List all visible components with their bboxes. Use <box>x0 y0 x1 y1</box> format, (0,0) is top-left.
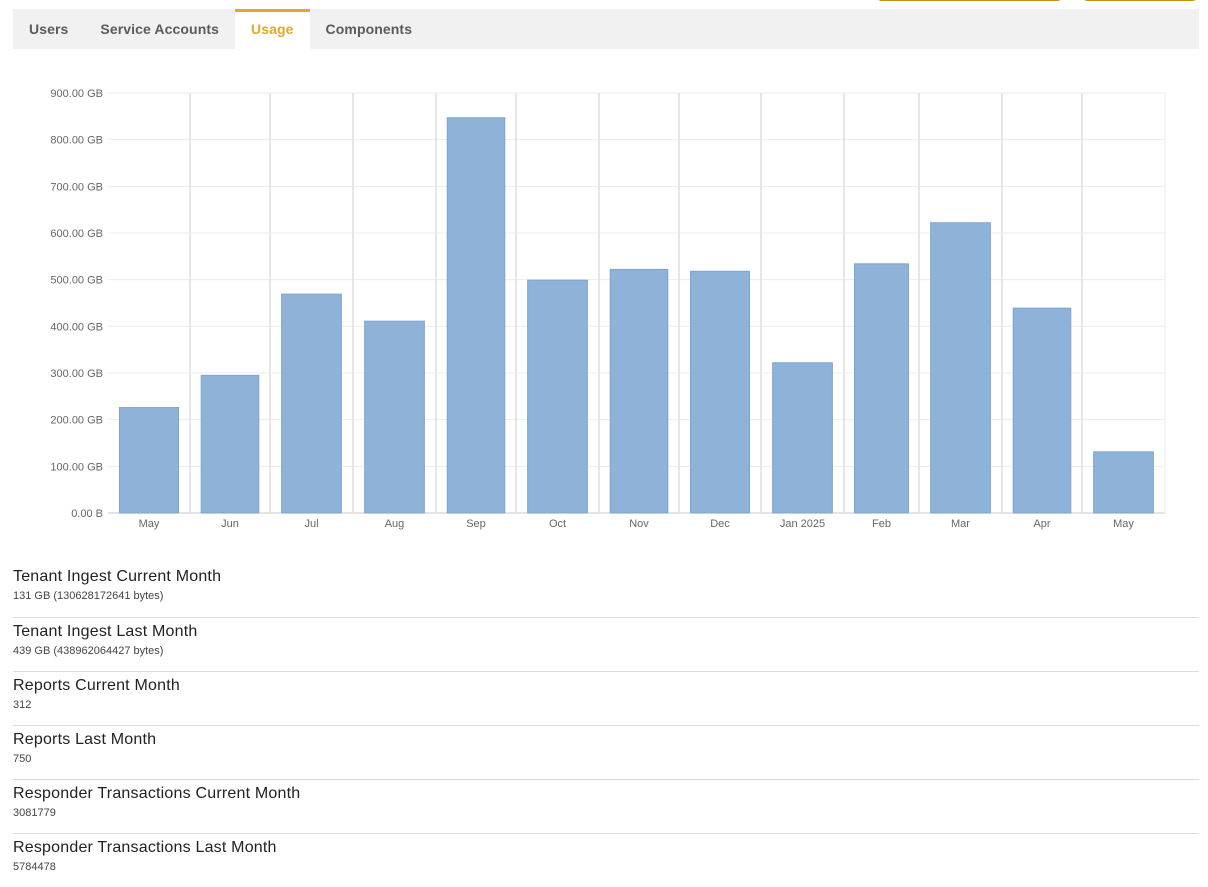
stat-responder-last: Responder Transactions Last Month 578447… <box>13 833 1199 887</box>
x-tick-label: Oct <box>549 518 566 530</box>
y-tick-label: 800.00 GB <box>50 135 103 147</box>
y-tick-label: 100.00 GB <box>50 461 103 473</box>
tab-components[interactable]: Components <box>310 9 429 49</box>
bar <box>527 279 588 514</box>
stat-title: Tenant Ingest Current Month <box>13 568 222 585</box>
bar <box>609 268 669 514</box>
toolbar-button-2[interactable] <box>1084 0 1196 1</box>
y-tick-label: 200.00 GB <box>50 415 103 427</box>
bar <box>689 270 751 514</box>
stat-value: 3081779 <box>13 807 56 819</box>
stat-tenant-ingest-current: Tenant Ingest Current Month 131 GB (1306… <box>13 563 1199 617</box>
x-tick-label: Apr <box>1033 518 1050 530</box>
x-tick-label: Dec <box>710 518 730 530</box>
tab-usage[interactable]: Usage <box>235 9 310 49</box>
x-tick-label: Mar <box>951 518 970 530</box>
stat-value: 5784478 <box>13 861 56 873</box>
bar <box>446 117 506 514</box>
y-tick-label: 900.00 GB <box>50 88 103 100</box>
stat-value: 131 GB (130628172641 bytes) <box>13 590 164 602</box>
x-tick-label: Jul <box>304 518 318 530</box>
stat-tenant-ingest-last: Tenant Ingest Last Month 439 GB (4389620… <box>13 617 1199 671</box>
y-tick-label: 400.00 GB <box>50 321 103 333</box>
x-tick-label: Nov <box>629 518 649 530</box>
tab-bar: Users Service Accounts Usage Components <box>13 9 1199 49</box>
bar <box>118 407 180 514</box>
y-tick-label: 300.00 GB <box>50 368 103 380</box>
stat-title: Reports Current Month <box>13 677 180 694</box>
bar <box>364 320 425 514</box>
bar <box>200 374 260 514</box>
stat-value: 312 <box>13 699 32 711</box>
bar <box>1012 307 1072 514</box>
stat-title: Responder Transactions Current Month <box>13 785 301 802</box>
stat-title: Tenant Ingest Last Month <box>13 623 198 640</box>
stat-title: Responder Transactions Last Month <box>13 839 277 856</box>
x-tick-label: May <box>139 518 160 530</box>
bar <box>772 362 833 514</box>
stat-value: 750 <box>13 753 32 765</box>
toolbar-button-1[interactable] <box>878 0 1061 1</box>
x-tick-label: Sep <box>466 518 486 530</box>
x-tick-label: Aug <box>385 518 405 530</box>
bar <box>281 293 342 514</box>
stat-value: 439 GB (438962064427 bytes) <box>13 645 164 657</box>
usage-stats-list: Tenant Ingest Current Month 131 GB (1306… <box>13 563 1199 887</box>
y-tick-label: 700.00 GB <box>50 181 103 193</box>
stat-responder-current: Responder Transactions Current Month 308… <box>13 779 1199 833</box>
bar <box>854 263 909 514</box>
x-tick-label: Feb <box>872 518 891 530</box>
stat-title: Reports Last Month <box>13 731 157 748</box>
y-tick-label: 600.00 GB <box>50 228 103 240</box>
stat-reports-current: Reports Current Month 312 <box>13 671 1199 725</box>
x-tick-label: May <box>1113 518 1134 530</box>
y-tick-label: 0.00 B <box>71 508 103 520</box>
y-tick-label: 500.00 GB <box>50 275 103 287</box>
stat-reports-last: Reports Last Month 750 <box>13 725 1199 779</box>
tab-users[interactable]: Users <box>13 9 84 49</box>
bar <box>930 222 991 514</box>
x-tick-label: Jun <box>221 518 239 530</box>
x-tick-label: Jan 2025 <box>780 518 825 530</box>
tab-service-accounts[interactable]: Service Accounts <box>84 9 235 49</box>
bar <box>1093 451 1154 514</box>
usage-bar-chart: 0.00 B 100.00 GB 200.00 GB 300.00 GB 400.00 … <box>50 88 1166 530</box>
